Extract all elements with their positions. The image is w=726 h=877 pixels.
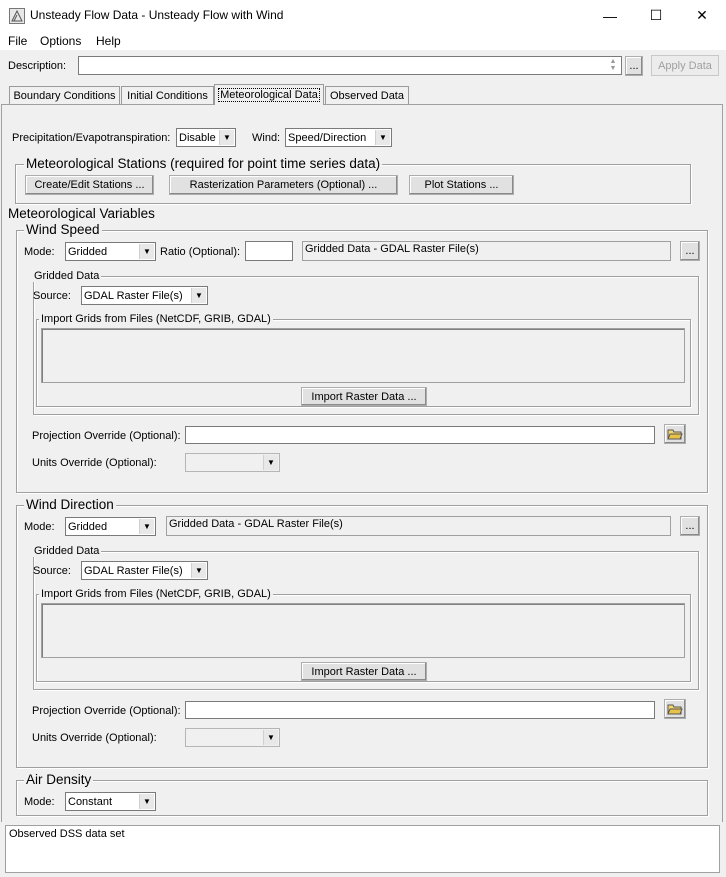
wind-direction-source-label: Source:: [33, 565, 71, 577]
chevron-down-icon: ▼: [191, 563, 206, 578]
chevron-down-icon: ▼: [139, 244, 154, 259]
wind-label: Wind:: [252, 132, 281, 144]
wind-direction-projection-label: Projection Override (Optional):: [32, 705, 181, 717]
chevron-down-icon: ▼: [263, 730, 278, 745]
wind-speed-import-raster-button[interactable]: Import Raster Data ...: [301, 387, 427, 406]
ratio-input[interactable]: [245, 241, 293, 261]
window-title: Unsteady Flow Data - Unsteady Flow with …: [30, 8, 284, 22]
plot-stations-button[interactable]: Plot Stations ...: [409, 175, 514, 195]
ratio-label: Ratio (Optional):: [160, 246, 241, 258]
status-text: Observed DSS data set: [9, 828, 125, 840]
menu-file[interactable]: File: [8, 34, 27, 48]
maximize-button[interactable]: ☐: [633, 0, 679, 31]
close-button[interactable]: ✕: [679, 0, 725, 31]
wind-speed-units-label: Units Override (Optional):: [32, 457, 157, 469]
wind-speed-import-title: Import Grids from Files (NetCDF, GRIB, G…: [39, 313, 273, 325]
chevron-down-icon: ▼: [375, 130, 390, 145]
wind-speed-grid-list[interactable]: [41, 328, 685, 383]
chevron-down-icon: ▼: [139, 794, 154, 809]
wind-speed-projection-label: Projection Override (Optional):: [32, 430, 181, 442]
wind-direction-gridded-title: Gridded Data: [32, 545, 102, 557]
wind-direction-browse-button[interactable]: ...: [680, 516, 700, 536]
app-icon: [9, 8, 25, 24]
apply-data-button[interactable]: Apply Data: [651, 55, 719, 76]
wind-direction-mode-select[interactable]: Gridded ▼: [65, 517, 156, 536]
precip-label: Precipitation/Evapotranspiration:: [12, 132, 171, 144]
wind-direction-title: Wind Direction: [24, 497, 116, 512]
wind-speed-browse-button[interactable]: ...: [680, 241, 700, 261]
wind-speed-units-select[interactable]: ▼: [185, 453, 280, 472]
air-density-title: Air Density: [24, 772, 94, 787]
air-density-mode-label: Mode:: [24, 796, 55, 808]
tab-meteorological-data[interactable]: Meteorological Data: [214, 84, 324, 105]
wind-direction-mode-label: Mode:: [24, 521, 55, 533]
chevron-down-icon: ▼: [263, 455, 278, 470]
tab-observed-data[interactable]: Observed Data: [325, 86, 409, 104]
open-folder-icon[interactable]: [664, 699, 686, 719]
stations-title: Meteorological Stations (required for po…: [24, 156, 383, 171]
open-folder-icon[interactable]: [664, 424, 686, 444]
description-browse-button[interactable]: ...: [625, 56, 643, 76]
wind-direction-grid-list[interactable]: [41, 603, 685, 658]
wind-speed-gridded-title: Gridded Data: [32, 270, 102, 282]
chevron-down-icon: ▼: [191, 288, 206, 303]
wind-speed-projection-input[interactable]: [185, 426, 655, 444]
tab-initial-conditions[interactable]: Initial Conditions: [121, 86, 214, 104]
rasterization-parameters-button[interactable]: Rasterization Parameters (Optional) ...: [169, 175, 398, 195]
wind-speed-title: Wind Speed: [24, 222, 102, 237]
chevron-down-icon: ▼: [139, 519, 154, 534]
create-edit-stations-button[interactable]: Create/Edit Stations ...: [25, 175, 154, 195]
tab-boundary-conditions[interactable]: Boundary Conditions: [9, 86, 120, 104]
minimize-button[interactable]: —: [587, 0, 633, 31]
variables-title: Meteorological Variables: [8, 206, 155, 221]
wind-select[interactable]: Speed/Direction ▼: [285, 128, 392, 147]
chevron-down-icon: ▼: [219, 130, 234, 145]
wind-speed-source-description: Gridded Data - GDAL Raster File(s): [302, 241, 671, 261]
wind-direction-import-raster-button[interactable]: Import Raster Data ...: [301, 662, 427, 681]
menu-options[interactable]: Options: [40, 34, 81, 48]
menu-help[interactable]: Help: [96, 34, 121, 48]
wind-speed-mode-select[interactable]: Gridded ▼: [65, 242, 156, 261]
wind-direction-projection-input[interactable]: [185, 701, 655, 719]
wind-speed-source-label: Source:: [33, 290, 71, 302]
description-input[interactable]: ▲ ▼: [78, 56, 622, 75]
status-text-area: Observed DSS data set: [5, 825, 720, 873]
wind-direction-units-select[interactable]: ▼: [185, 728, 280, 747]
description-spinner-icon[interactable]: ▲ ▼: [606, 58, 620, 73]
precip-select[interactable]: Disable ▼: [176, 128, 236, 147]
wind-direction-source-description: Gridded Data - GDAL Raster File(s): [166, 516, 671, 536]
wind-speed-source-select[interactable]: GDAL Raster File(s) ▼: [81, 286, 208, 305]
wind-direction-import-title: Import Grids from Files (NetCDF, GRIB, G…: [39, 588, 273, 600]
wind-direction-source-select[interactable]: GDAL Raster File(s) ▼: [81, 561, 208, 580]
wind-direction-units-label: Units Override (Optional):: [32, 732, 157, 744]
description-label: Description:: [8, 60, 67, 72]
air-density-mode-select[interactable]: Constant ▼: [65, 792, 156, 811]
wind-speed-mode-label: Mode:: [24, 246, 55, 258]
